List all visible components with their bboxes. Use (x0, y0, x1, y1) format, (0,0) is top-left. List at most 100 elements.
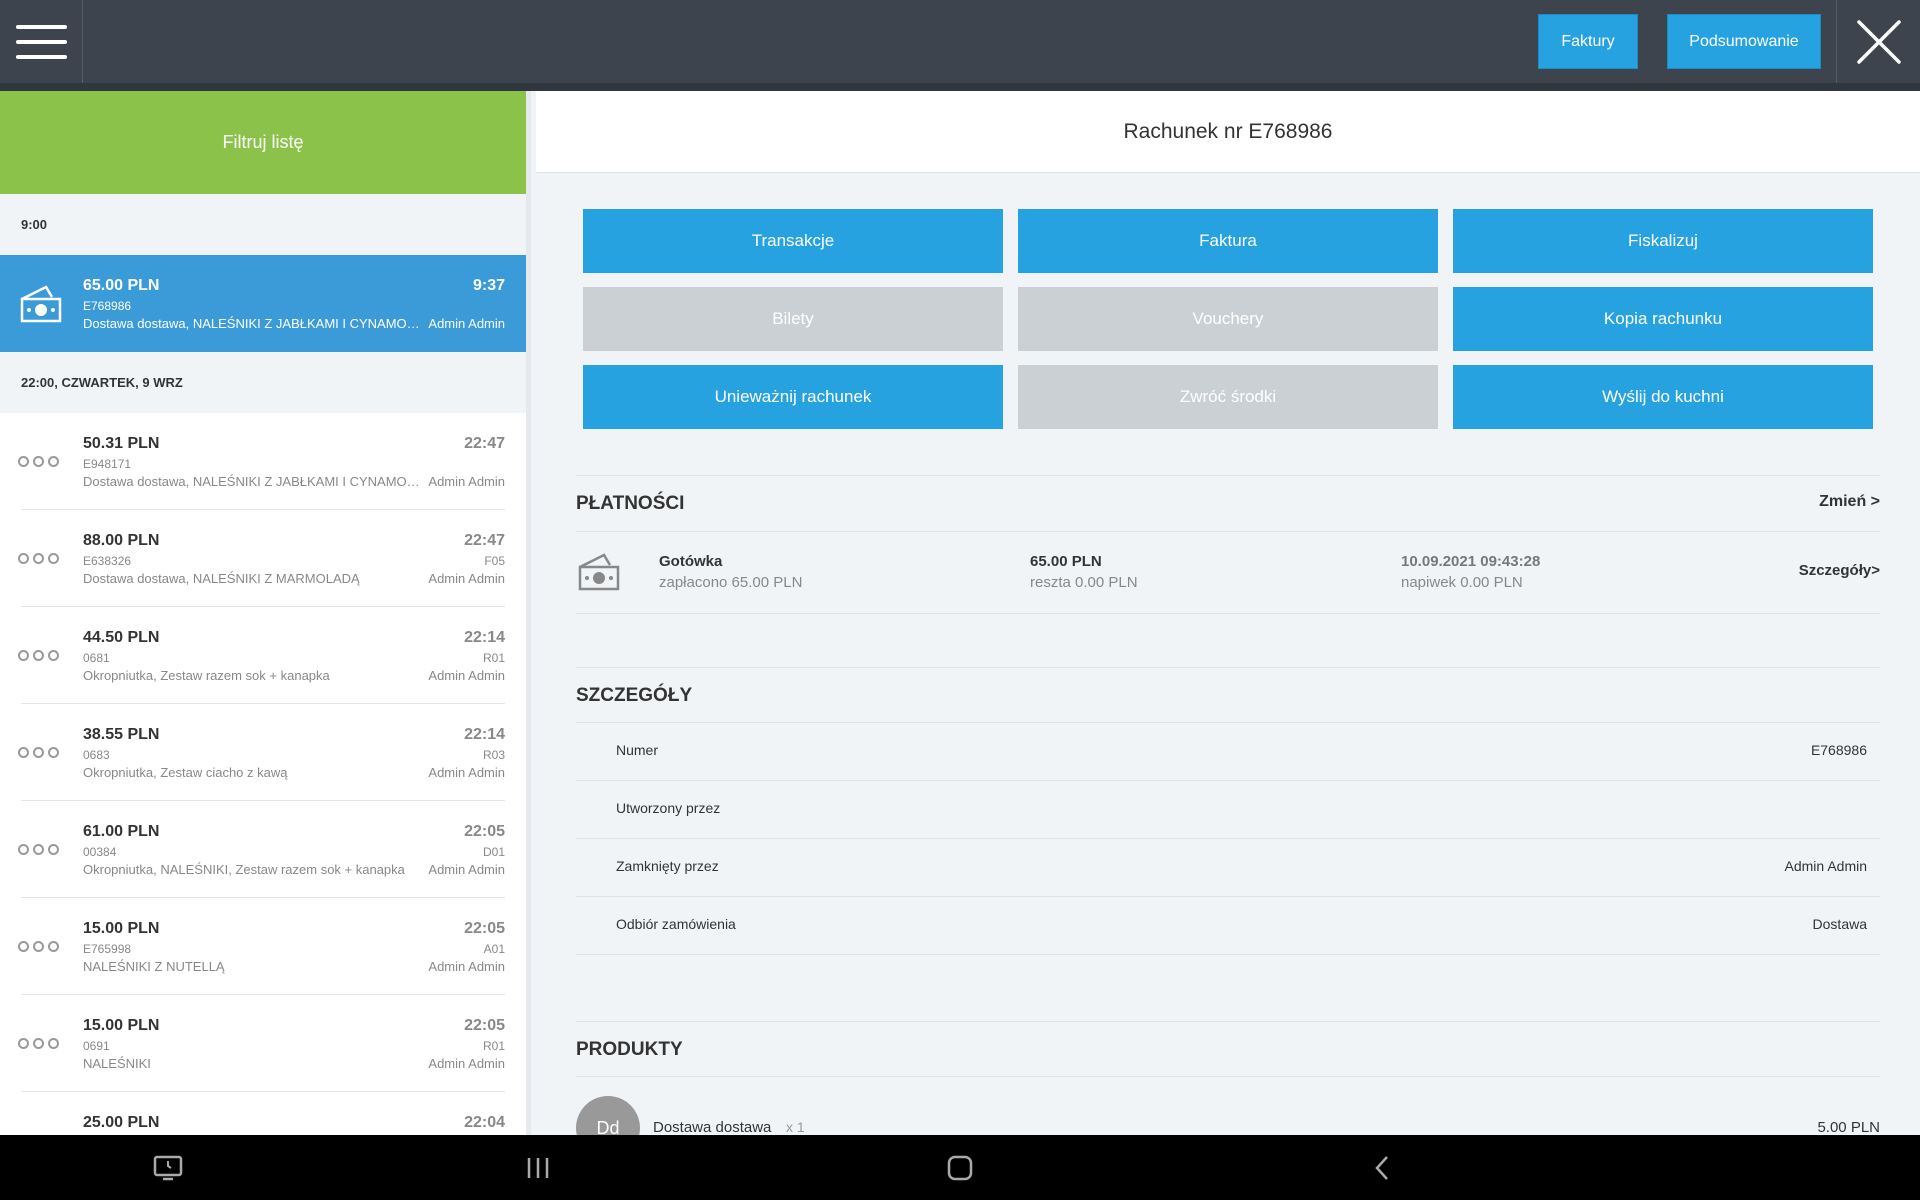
receipt-items: NALEŚNIKI Z NUTELLĄ (83, 959, 225, 974)
receipt-items: Dostawa dostawa, NALEŚNIKI Z JABŁKAMI I … (83, 316, 423, 331)
details-title: SZCZEGÓŁY (576, 685, 693, 706)
tickets-button[interactable]: Bilety (583, 287, 1003, 351)
send-to-kitchen-button[interactable]: Wyślij do kuchni (1453, 365, 1873, 429)
change-payment-link[interactable]: Zmień > (1819, 493, 1880, 511)
status-dots-icon (18, 704, 68, 801)
product-avatar: Dd (576, 1096, 640, 1135)
payment-date: 10.09.2021 09:43:28 (1401, 553, 1541, 570)
status-dots-icon (18, 413, 68, 510)
receipt-number: 00384 (83, 845, 117, 859)
system-navigation-bar (0, 1135, 1920, 1200)
receipt-table: R01 (482, 651, 505, 665)
divider (576, 954, 1880, 955)
receipt-user: Admin Admin (428, 765, 505, 780)
receipt-user: Admin Admin (428, 1056, 505, 1071)
payment-method: Gotówka (659, 553, 723, 570)
screen-recent-icon[interactable] (128, 1135, 208, 1200)
product-price: 5.00 PLN (1817, 1119, 1880, 1135)
recent-apps-icon[interactable] (498, 1135, 578, 1200)
hamburger-menu-icon[interactable] (0, 0, 83, 83)
payment-change: reszta 0.00 PLN (1030, 574, 1138, 591)
detail-label: Utworzony przez (616, 800, 721, 816)
detail-label: Zamknięty przez (616, 858, 719, 874)
receipt-items: Dostawa dostawa, NALEŚNIKI Z JABŁKAMI I … (83, 474, 423, 489)
receipt-amount: 61.00 PLN (83, 823, 160, 840)
receipt-amount: 44.50 PLN (83, 629, 160, 646)
receipt-number: 0681 (83, 651, 110, 665)
receipt-number: E768986 (83, 299, 132, 313)
receipt-time: 22:05 (464, 920, 505, 937)
detail-label: Odbiór zamówienia (616, 916, 736, 932)
page-title: Rachunek nr E768986 (536, 91, 1920, 173)
receipt-row[interactable]: 61.00 PLN 00384 Okropniutka, NALEŚNIKI, Ze… (0, 801, 526, 898)
divider (576, 780, 1880, 781)
receipt-amount: 50.31 PLN (83, 435, 160, 452)
divider (576, 1021, 1880, 1022)
receipt-user: Admin Admin (428, 862, 505, 877)
detail-value: E768986 (1810, 742, 1867, 758)
receipt-row[interactable]: 15.00 PLN 0691 NALEŚNIKI 22:05 R01 Admin Admi… (0, 995, 526, 1092)
close-icon[interactable] (1836, 0, 1920, 83)
receipt-number: 0691 (83, 1039, 110, 1053)
status-dots-icon (18, 898, 68, 995)
product-name: Dostawa dostawa (653, 1119, 772, 1135)
status-dots-icon (18, 510, 68, 607)
receipt-user: Admin Admin (428, 668, 505, 683)
divider (576, 531, 1880, 532)
invoice-button[interactable]: Faktura (1018, 209, 1438, 273)
receipt-detail-panel: Rachunek nr E768986 Transakcje Faktura F… (536, 91, 1920, 1135)
receipt-row[interactable]: 44.50 PLN 0681 Okropniutka, Zestaw razem s… (0, 607, 526, 704)
status-dots-icon (18, 1092, 68, 1135)
receipt-items: Okropniutka, Zestaw ciacho z kawą (83, 765, 288, 780)
cash-icon (18, 255, 68, 352)
back-icon[interactable] (1342, 1135, 1422, 1200)
divider (576, 838, 1880, 839)
divider (576, 1076, 1880, 1077)
filter-list-button[interactable]: Filtruj listę (0, 91, 526, 194)
payment-tip: napiwek 0.00 PLN (1401, 574, 1523, 591)
product-qty: x 1 (786, 1119, 805, 1135)
products-title: PRODUKTY (576, 1039, 683, 1060)
receipt-row-active[interactable]: 65.00 PLN E768986 Dostawa dostawa, NALEŚ… (0, 255, 526, 352)
invoices-button[interactable]: Faktury (1538, 14, 1638, 69)
detail-value: Admin Admin (1784, 858, 1867, 874)
vouchers-button[interactable]: Vouchery (1018, 287, 1438, 351)
cancel-receipt-button[interactable]: Unieważnij rachunek (583, 365, 1003, 429)
receipt-amount: 65.00 PLN (83, 277, 160, 294)
receipt-table: D01 (482, 845, 505, 859)
home-icon[interactable] (920, 1135, 1000, 1200)
receipt-items: Okropniutka, Zestaw razem sok + kanapka (83, 668, 330, 683)
group-header: 9:00 (0, 194, 526, 255)
status-dots-icon (18, 995, 68, 1092)
receipt-table: A01 (483, 942, 505, 956)
receipt-time: 22:05 (464, 1017, 505, 1034)
receipt-time: 22:47 (464, 532, 505, 549)
refund-button[interactable]: Zwróć środki (1018, 365, 1438, 429)
receipt-number: 0683 (83, 748, 110, 762)
receipt-amount: 38.55 PLN (83, 726, 160, 743)
receipt-user: Admin Admin (428, 571, 505, 586)
receipt-amount: 25.00 PLN (83, 1114, 160, 1131)
receipt-time: 22:14 (464, 726, 505, 743)
receipt-time: 22:05 (464, 823, 505, 840)
receipt-user: Admin Admin (428, 474, 505, 489)
divider (576, 475, 1880, 476)
receipt-row[interactable]: 15.00 PLN E765998 NALEŚNIKI Z NUTELLĄ 22:05… (0, 898, 526, 995)
divider (576, 722, 1880, 723)
cash-payment-icon (576, 551, 622, 598)
receipt-row[interactable]: 25.00 PLN 22:04 (0, 1092, 526, 1135)
detail-value: Dostawa (1812, 916, 1867, 932)
summary-button[interactable]: Podsumowanie (1667, 14, 1821, 69)
copy-receipt-button[interactable]: Kopia rachunku (1453, 287, 1873, 351)
receipt-row[interactable]: 38.55 PLN 0683 Okropniutka, Zestaw ciacho … (0, 704, 526, 801)
payment-details-link[interactable]: Szczegóły> (1799, 562, 1880, 579)
receipt-row[interactable]: 50.31 PLN E948171 Dostawa dostawa, NALEŚNI… (0, 413, 526, 510)
payment-amount: 65.00 PLN (1030, 553, 1102, 570)
transactions-button[interactable]: Transakcje (583, 209, 1003, 273)
receipt-amount: 15.00 PLN (83, 1017, 160, 1034)
divider (576, 613, 1880, 614)
fiscalize-button[interactable]: Fiskalizuj (1453, 209, 1873, 273)
status-dots-icon (18, 607, 68, 704)
receipt-time: 22:47 (464, 435, 505, 452)
receipt-row[interactable]: 88.00 PLN E638326 Dostawa dostawa, NALEŚNI… (0, 510, 526, 607)
